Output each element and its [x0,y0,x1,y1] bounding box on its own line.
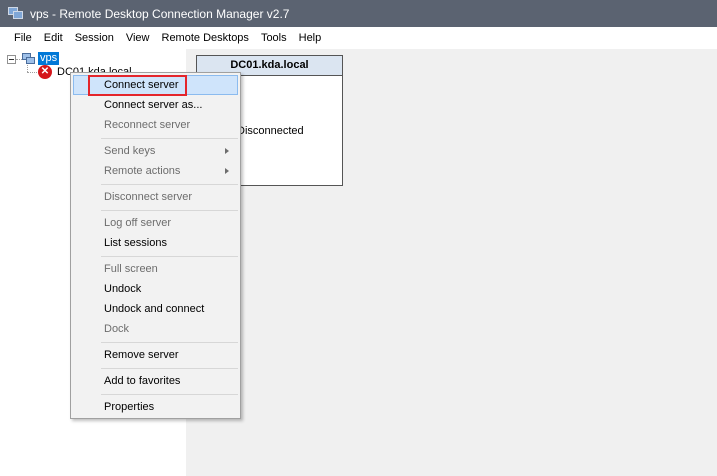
window-title: vps - Remote Desktop Connection Manager … [30,6,290,21]
menu-reconnect-server[interactable]: Reconnect server [73,115,238,135]
menu-dock[interactable]: Dock [73,319,238,339]
menu-tools[interactable]: Tools [255,27,293,49]
menu-separator [101,184,238,185]
tree-group-vps[interactable]: vps [38,52,60,65]
menu-add-to-favorites[interactable]: Add to favorites [73,371,238,391]
menu-list-sessions[interactable]: List sessions [73,233,238,253]
menu-view[interactable]: View [120,27,156,49]
menu-undock[interactable]: Undock [73,279,238,299]
menu-send-keys[interactable]: Send keys [73,141,238,161]
thumbnail-status: Disconnected [237,125,304,137]
menu-remove-server[interactable]: Remove server [73,345,238,365]
menu-separator [101,342,238,343]
menu-remote-actions-label: Remote actions [104,165,181,177]
menu-bar: File Edit Session View Remote Desktops T… [0,27,717,49]
disconnected-error-icon: ✕ [38,65,52,79]
menu-send-keys-label: Send keys [104,145,156,157]
menu-separator [101,210,238,211]
submenu-arrow-icon [225,148,229,154]
title-bar: vps - Remote Desktop Connection Manager … [0,0,717,27]
menu-remote-desktops[interactable]: Remote Desktops [156,27,255,49]
menu-log-off-server[interactable]: Log off server [73,213,238,233]
menu-edit[interactable]: Edit [38,27,69,49]
collapse-toggle-icon[interactable] [7,55,16,64]
menu-full-screen[interactable]: Full screen [73,259,238,279]
menu-remote-actions[interactable]: Remote actions [73,161,238,181]
tree-connector [27,65,28,72]
submenu-arrow-icon [225,168,229,174]
menu-separator [101,368,238,369]
context-menu: Connect server Connect server as... Reco… [70,72,241,419]
menu-separator [101,138,238,139]
menu-properties[interactable]: Properties [73,397,238,417]
menu-separator [101,256,238,257]
menu-session[interactable]: Session [69,27,120,49]
menu-connect-server-as[interactable]: Connect server as... [73,95,238,115]
menu-separator [101,394,238,395]
server-group-icon [22,52,36,66]
menu-disconnect-server[interactable]: Disconnect server [73,187,238,207]
tree-connector [27,72,37,73]
menu-connect-server[interactable]: Connect server [73,75,238,95]
rdcman-app-icon [8,6,24,21]
menu-help[interactable]: Help [293,27,328,49]
menu-file[interactable]: File [8,27,38,49]
menu-undock-and-connect[interactable]: Undock and connect [73,299,238,319]
